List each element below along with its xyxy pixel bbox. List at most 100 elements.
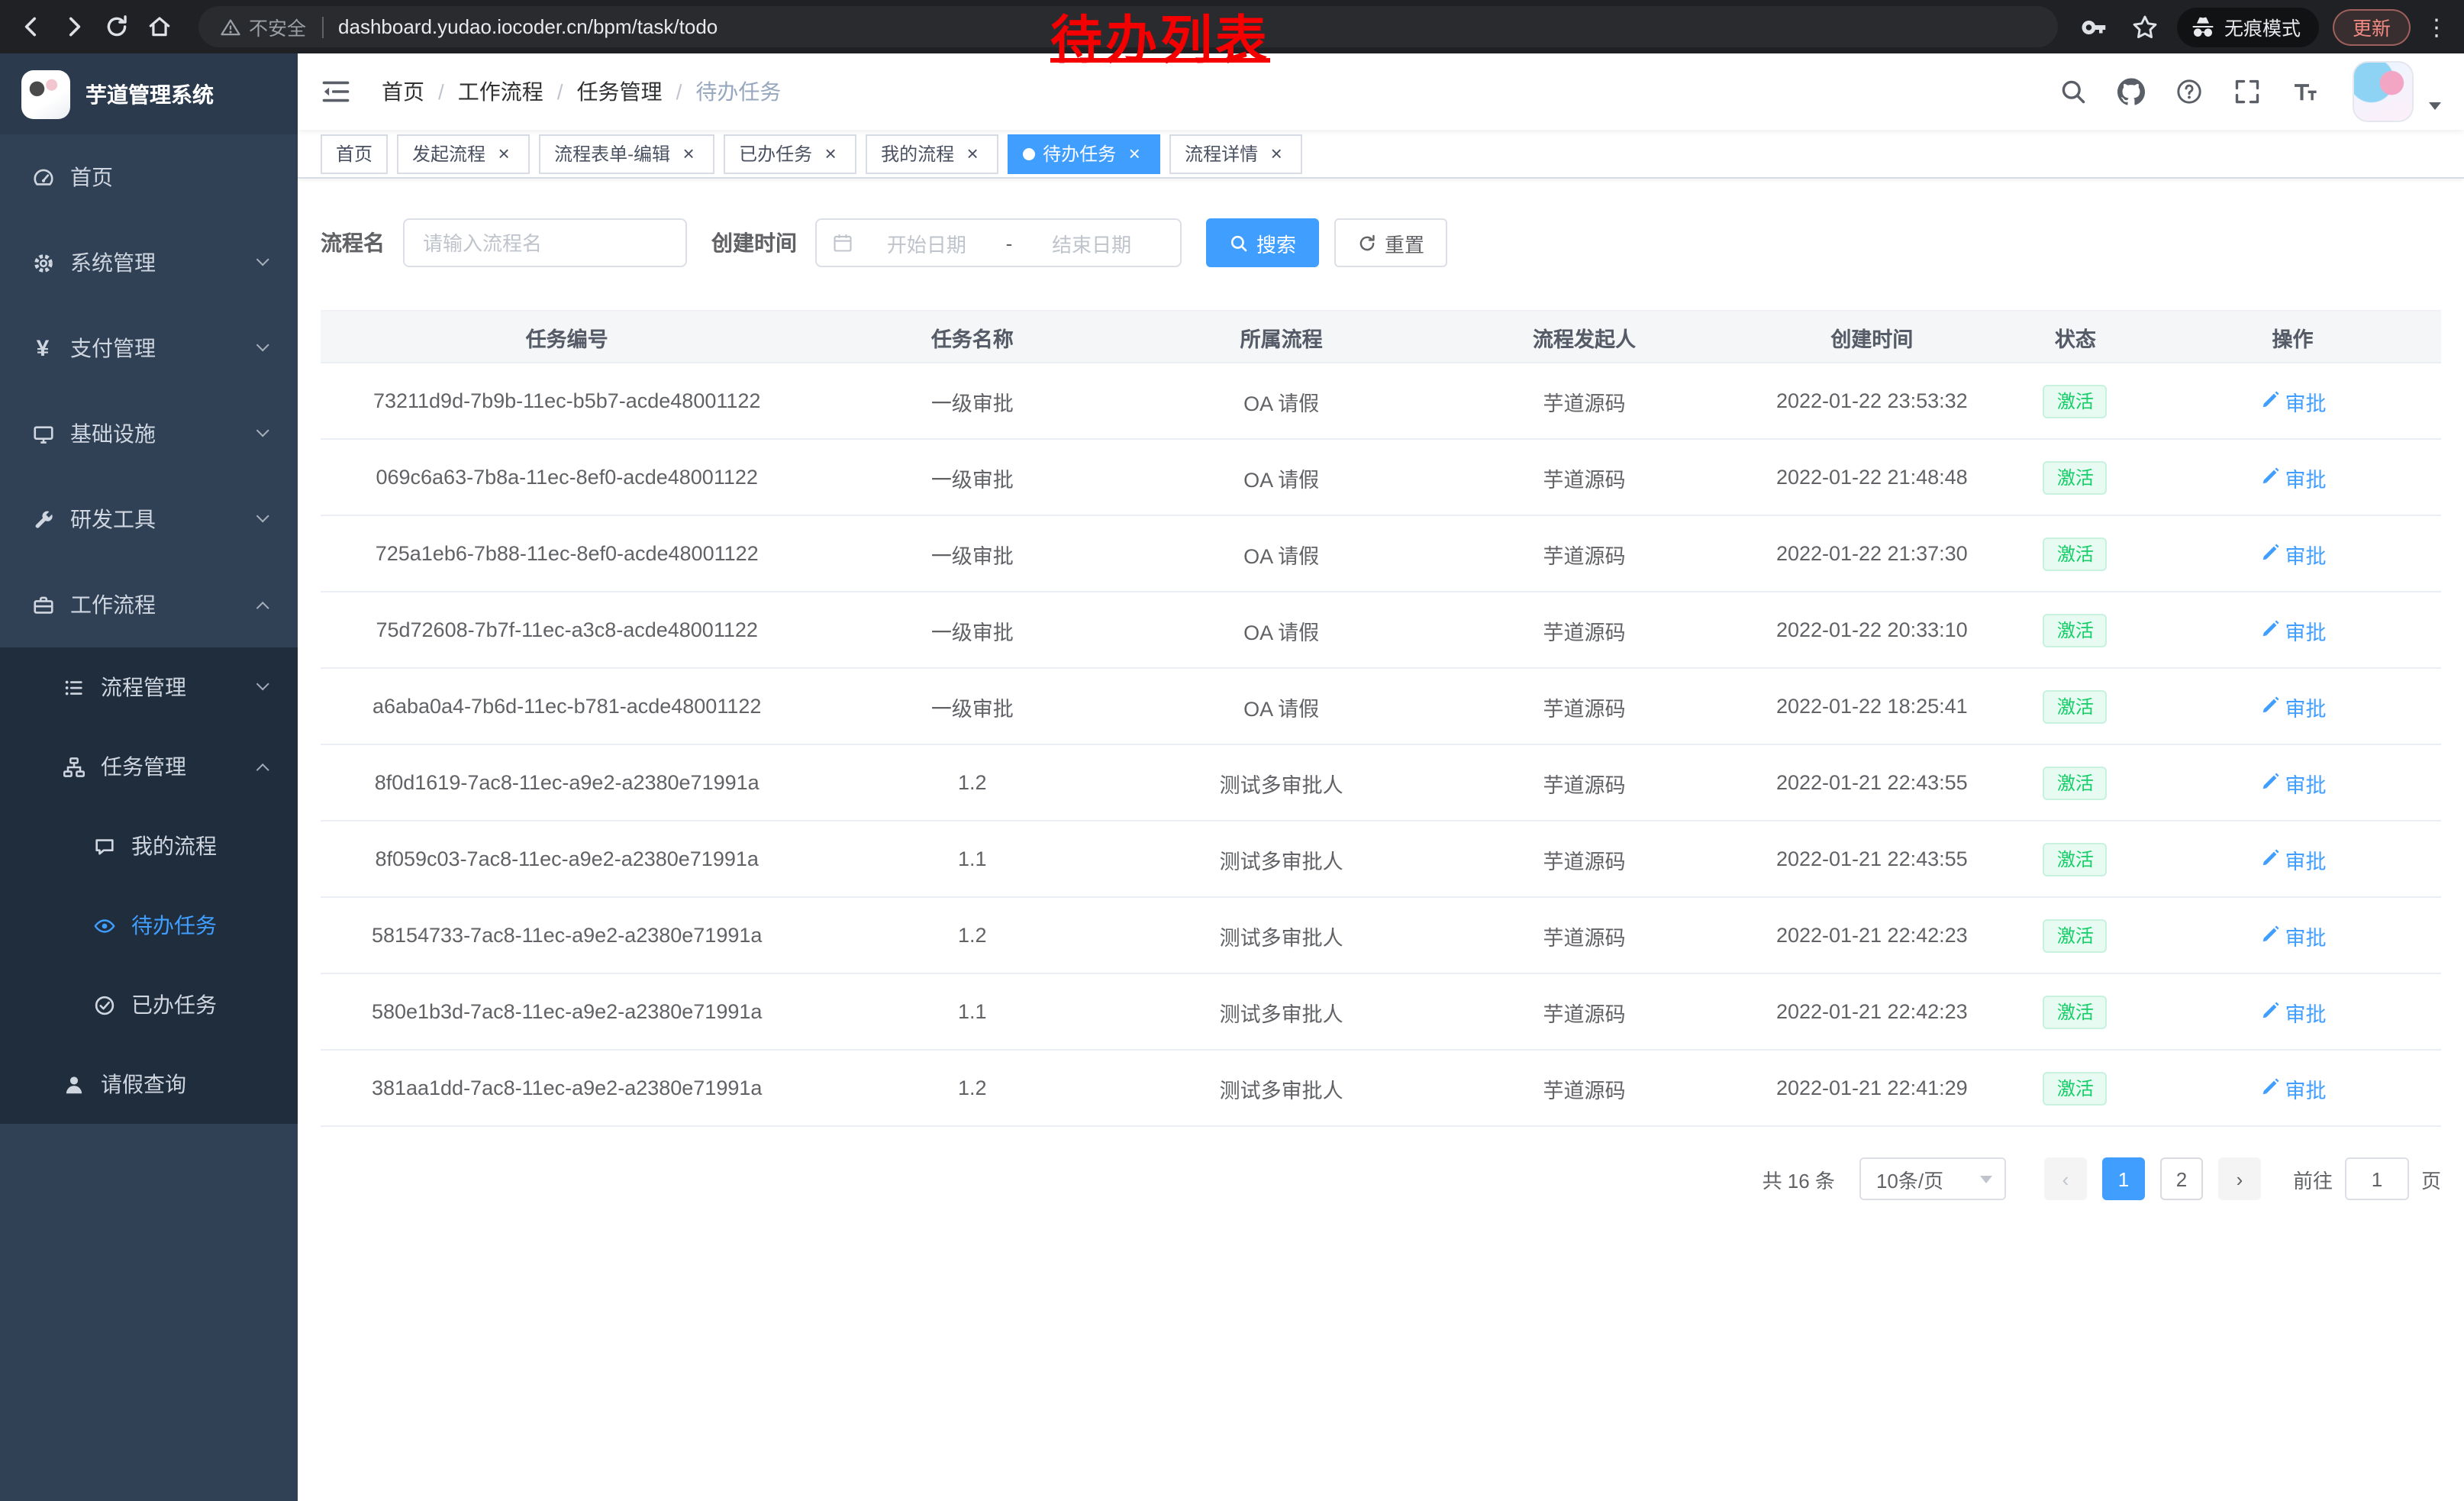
- sidebar-item-infrastructure[interactable]: 基础设施: [0, 391, 298, 476]
- prev-page-button[interactable]: ‹: [2044, 1157, 2087, 1200]
- sidebar-collapse-button[interactable]: [321, 75, 354, 108]
- sidebar-item-label: 待办任务: [131, 910, 217, 941]
- breadcrumb-task-management[interactable]: 任务管理: [577, 76, 663, 107]
- sidebar-item-my-processes[interactable]: 我的流程: [0, 806, 298, 886]
- goto-page-input[interactable]: [2345, 1157, 2409, 1200]
- tab-process-form-edit[interactable]: 流程表单-编辑 ×: [539, 134, 714, 173]
- sidebar: 芋道管理系统 首页 系统管理 ¥ 支付管理 基础设施: [0, 53, 298, 1501]
- approve-link[interactable]: 审批: [2259, 691, 2327, 721]
- search-button[interactable]: 搜索: [1206, 218, 1319, 267]
- approve-link[interactable]: 审批: [2259, 844, 2327, 874]
- cell-task-name: 1.1: [813, 973, 1131, 1050]
- sidebar-item-label: 工作流程: [70, 589, 156, 620]
- cell-task-id: 73211d9d-7b9b-11ec-b5b7-acde48001122: [321, 363, 813, 439]
- sidebar-item-done-tasks[interactable]: 已办任务: [0, 965, 298, 1044]
- edit-icon: [2259, 1002, 2279, 1022]
- browser-menu-icon[interactable]: ⋮: [2424, 13, 2449, 40]
- breadcrumb-home[interactable]: 首页: [382, 76, 424, 107]
- font-size-button[interactable]: [2282, 69, 2328, 115]
- sidebar-item-task-management[interactable]: 任务管理: [0, 727, 298, 806]
- status-badge: 激活: [2043, 1071, 2108, 1105]
- approve-link[interactable]: 审批: [2259, 996, 2327, 1027]
- create-time-range-picker[interactable]: 开始日期 - 结束日期: [815, 218, 1182, 267]
- process-name-input[interactable]: [403, 218, 687, 267]
- sidebar-item-payment-management[interactable]: ¥ 支付管理: [0, 305, 298, 391]
- approve-link[interactable]: 审批: [2259, 538, 2327, 569]
- tab-home[interactable]: 首页: [321, 134, 388, 173]
- tab-done-tasks[interactable]: 已办任务 ×: [724, 134, 856, 173]
- chevron-down-icon: [256, 339, 269, 353]
- browser-forward-button[interactable]: [52, 5, 95, 48]
- list-icon: [61, 675, 85, 699]
- approve-link[interactable]: 审批: [2259, 920, 2327, 951]
- approve-link[interactable]: 审批: [2259, 462, 2327, 492]
- user-avatar[interactable]: [2353, 61, 2414, 122]
- sidebar-item-dev-tools[interactable]: 研发工具: [0, 476, 298, 562]
- fullscreen-button[interactable]: [2224, 69, 2270, 115]
- cell-process: 测试多审批人: [1131, 973, 1431, 1050]
- help-docs-button[interactable]: [2166, 69, 2212, 115]
- cell-initiator: 芋道源码: [1431, 515, 1737, 592]
- tab-close-icon[interactable]: ×: [678, 143, 699, 164]
- cell-task-name: 1.2: [813, 897, 1131, 973]
- tab-close-icon[interactable]: ×: [962, 143, 983, 164]
- sidebar-item-home[interactable]: 首页: [0, 134, 298, 220]
- next-page-button[interactable]: ›: [2218, 1157, 2261, 1200]
- approve-link[interactable]: 审批: [2259, 615, 2327, 645]
- sidebar-item-workflow[interactable]: 工作流程: [0, 562, 298, 647]
- tab-close-icon[interactable]: ×: [1124, 143, 1145, 164]
- approve-link-label: 审批: [2285, 767, 2327, 798]
- tab-process-detail[interactable]: 流程详情 ×: [1169, 134, 1302, 173]
- breadcrumb-separator: /: [438, 79, 444, 104]
- chevron-down-icon: [256, 253, 269, 267]
- cell-task-id: 8f0d1619-7ac8-11ec-a9e2-a2380e71991a: [321, 744, 813, 821]
- tab-close-icon[interactable]: ×: [1266, 143, 1287, 164]
- browser-home-button[interactable]: [137, 5, 180, 48]
- tab-my-processes[interactable]: 我的流程 ×: [866, 134, 998, 173]
- table-row: 8f059c03-7ac8-11ec-a9e2-a2380e71991a 1.1…: [321, 821, 2441, 897]
- browser-update-button[interactable]: 更新: [2333, 8, 2411, 45]
- cell-process: 测试多审批人: [1131, 897, 1431, 973]
- page-size-select[interactable]: 10条/页: [1859, 1157, 2006, 1200]
- breadcrumb: 首页 / 工作流程 / 任务管理 / 待办任务: [382, 76, 781, 107]
- tags-view-bar: 首页 发起流程 × 流程表单-编辑 × 已办任务 × 我的流程 ×: [298, 130, 2464, 179]
- date-start-placeholder: 开始日期: [853, 228, 1000, 257]
- sidebar-item-label: 任务管理: [101, 751, 186, 782]
- chat-icon: [92, 834, 116, 858]
- browser-refresh-button[interactable]: [95, 5, 137, 48]
- breadcrumb-workflow[interactable]: 工作流程: [458, 76, 543, 107]
- github-link-button[interactable]: [2108, 69, 2154, 115]
- reset-button[interactable]: 重置: [1334, 218, 1447, 267]
- check-circle-icon: [92, 993, 116, 1017]
- edit-icon: [2259, 620, 2279, 640]
- header-search-button[interactable]: [2050, 69, 2096, 115]
- tab-close-icon[interactable]: ×: [820, 143, 841, 164]
- page-button-1[interactable]: 1: [2102, 1157, 2145, 1200]
- search-icon: [2059, 78, 2087, 105]
- search-icon: [1229, 233, 1249, 253]
- chevron-down-icon: [1980, 1175, 1992, 1183]
- page-button-2[interactable]: 2: [2160, 1157, 2203, 1200]
- avatar-dropdown-caret-icon[interactable]: [2429, 102, 2441, 109]
- cell-task-name: 一级审批: [813, 668, 1131, 744]
- approve-link[interactable]: 审批: [2259, 1073, 2327, 1103]
- browser-back-button[interactable]: [9, 5, 52, 48]
- tab-close-icon[interactable]: ×: [493, 143, 514, 164]
- cell-task-name: 一级审批: [813, 439, 1131, 515]
- approve-link[interactable]: 审批: [2259, 386, 2327, 416]
- cell-task-name: 一级审批: [813, 363, 1131, 439]
- edit-icon: [2259, 467, 2279, 487]
- sidebar-item-process-management[interactable]: 流程管理: [0, 647, 298, 727]
- sidebar-logo-row[interactable]: 芋道管理系统: [0, 53, 298, 134]
- password-key-icon[interactable]: [2076, 8, 2113, 45]
- bookmark-star-icon[interactable]: [2127, 8, 2163, 45]
- active-tab-dot: [1023, 147, 1035, 160]
- calendar-icon: [832, 232, 853, 253]
- approve-link[interactable]: 审批: [2259, 767, 2327, 798]
- sidebar-item-leave-query[interactable]: 请假查询: [0, 1044, 298, 1124]
- cell-task-name: 1.2: [813, 744, 1131, 821]
- sidebar-item-system-management[interactable]: 系统管理: [0, 220, 298, 305]
- tab-todo-tasks[interactable]: 待办任务 ×: [1008, 134, 1160, 173]
- tab-initiate-process[interactable]: 发起流程 ×: [397, 134, 530, 173]
- sidebar-item-todo-tasks[interactable]: 待办任务: [0, 886, 298, 965]
